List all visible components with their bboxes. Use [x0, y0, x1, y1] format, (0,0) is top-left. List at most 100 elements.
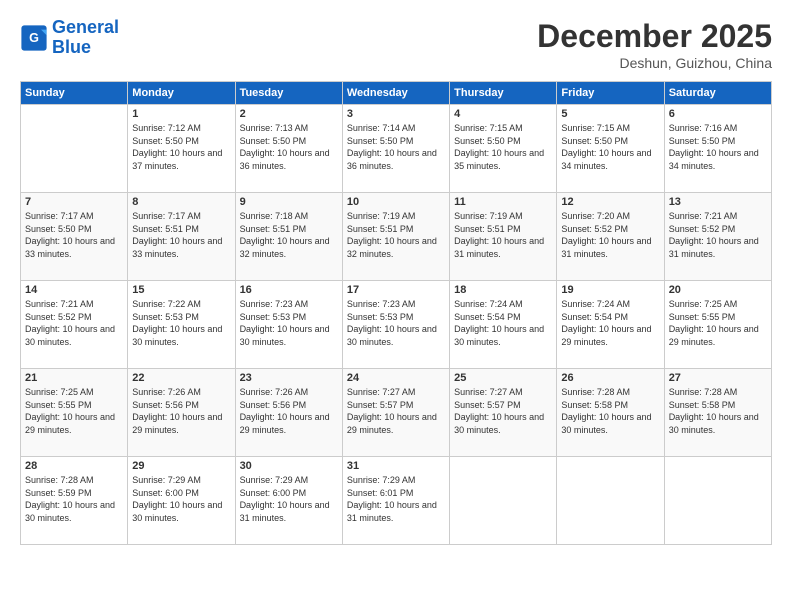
day-number: 19	[561, 284, 659, 296]
day-number: 25	[454, 372, 552, 384]
calendar-cell: 9Sunrise: 7:18 AMSunset: 5:51 PMDaylight…	[235, 193, 342, 281]
day-info: Sunrise: 7:21 AMSunset: 5:52 PMDaylight:…	[25, 298, 123, 348]
day-info: Sunrise: 7:24 AMSunset: 5:54 PMDaylight:…	[454, 298, 552, 348]
calendar-cell: 3 Sunrise: 7:14 AMSunset: 5:50 PMDaylight…	[342, 105, 449, 193]
day-number: 24	[347, 372, 445, 384]
calendar-week-row: 28Sunrise: 7:28 AMSunset: 5:59 PMDayligh…	[21, 457, 772, 545]
day-info: Sunrise: 7:17 AMSunset: 5:50 PMDaylight:…	[25, 210, 123, 260]
calendar-cell: 18 Sunrise: 7:24 AMSunset: 5:54 PMDayligh…	[450, 281, 557, 369]
day-info: Sunrise: 7:14 AMSunset: 5:50 PMDaylight:…	[347, 122, 445, 172]
day-of-week-header: Friday	[557, 82, 664, 105]
day-info: Sunrise: 7:23 AMSunset: 5:53 PMDaylight:…	[347, 298, 445, 348]
day-number: 2	[240, 108, 338, 120]
day-info: Sunrise: 7:25 AMSunset: 5:55 PMDaylight:…	[669, 298, 767, 348]
day-number: 14	[25, 284, 123, 296]
day-of-week-header: Saturday	[664, 82, 771, 105]
header: G General Blue December 2025 Deshun, Gui…	[20, 18, 772, 71]
day-number: 26	[561, 372, 659, 384]
title-block: December 2025 Deshun, Guizhou, China	[537, 18, 772, 71]
calendar-table: SundayMondayTuesdayWednesdayThursdayFrid…	[20, 81, 772, 545]
day-info: Sunrise: 7:25 AMSunset: 5:55 PMDaylight:…	[25, 386, 123, 436]
day-number: 11	[454, 196, 552, 208]
day-number: 30	[240, 460, 338, 472]
day-info: Sunrise: 7:27 AMSunset: 5:57 PMDaylight:…	[347, 386, 445, 436]
calendar-cell: 11 Sunrise: 7:19 AMSunset: 5:51 PMDayligh…	[450, 193, 557, 281]
calendar-cell: 30 Sunrise: 7:29 AMSunset: 6:00 PMDayligh…	[235, 457, 342, 545]
calendar-cell: 13 Sunrise: 7:21 AMSunset: 5:52 PMDayligh…	[664, 193, 771, 281]
day-number: 4	[454, 108, 552, 120]
calendar-cell: 21 Sunrise: 7:25 AMSunset: 5:55 PMDayligh…	[21, 369, 128, 457]
day-of-week-header: Thursday	[450, 82, 557, 105]
calendar-week-row: 14 Sunrise: 7:21 AMSunset: 5:52 PMDayligh…	[21, 281, 772, 369]
day-info: Sunrise: 7:28 AMSunset: 5:59 PMDaylight:…	[25, 474, 123, 524]
day-number: 7	[25, 196, 123, 208]
calendar-cell: 16 Sunrise: 7:23 AMSunset: 5:53 PMDayligh…	[235, 281, 342, 369]
day-number: 31	[347, 460, 445, 472]
day-info: Sunrise: 7:12 AMSunset: 5:50 PMDaylight:…	[132, 122, 230, 172]
day-info: Sunrise: 7:29 AMSunset: 6:01 PMDaylight:…	[347, 474, 445, 524]
day-info: Sunrise: 7:19 AMSunset: 5:51 PMDaylight:…	[454, 210, 552, 260]
day-info: Sunrise: 7:13 AMSunset: 5:50 PMDaylight:…	[240, 122, 338, 172]
calendar-cell	[664, 457, 771, 545]
calendar-cell: 5 Sunrise: 7:15 AMSunset: 5:50 PMDaylight…	[557, 105, 664, 193]
day-info: Sunrise: 7:22 AMSunset: 5:53 PMDaylight:…	[132, 298, 230, 348]
day-number: 15	[132, 284, 230, 296]
day-info: Sunrise: 7:23 AMSunset: 5:53 PMDaylight:…	[240, 298, 338, 348]
day-of-week-header: Wednesday	[342, 82, 449, 105]
day-info: Sunrise: 7:19 AMSunset: 5:51 PMDaylight:…	[347, 210, 445, 260]
page: G General Blue December 2025 Deshun, Gui…	[0, 0, 792, 612]
calendar-cell: 1Sunrise: 7:12 AMSunset: 5:50 PMDaylight…	[128, 105, 235, 193]
svg-text:G: G	[29, 31, 39, 45]
day-number: 29	[132, 460, 230, 472]
calendar-cell	[557, 457, 664, 545]
calendar-cell: 27 Sunrise: 7:28 AMSunset: 5:58 PMDayligh…	[664, 369, 771, 457]
day-number: 16	[240, 284, 338, 296]
day-of-week-header: Tuesday	[235, 82, 342, 105]
calendar-cell: 4 Sunrise: 7:15 AMSunset: 5:50 PMDaylight…	[450, 105, 557, 193]
calendar-cell: 8 Sunrise: 7:17 AMSunset: 5:51 PMDaylight…	[128, 193, 235, 281]
calendar-week-row: 1Sunrise: 7:12 AMSunset: 5:50 PMDaylight…	[21, 105, 772, 193]
calendar-cell	[21, 105, 128, 193]
calendar-cell: 10Sunrise: 7:19 AMSunset: 5:51 PMDayligh…	[342, 193, 449, 281]
day-info: Sunrise: 7:28 AMSunset: 5:58 PMDaylight:…	[669, 386, 767, 436]
day-info: Sunrise: 7:15 AMSunset: 5:50 PMDaylight:…	[454, 122, 552, 172]
month-title: December 2025	[537, 18, 772, 55]
calendar-cell: 12Sunrise: 7:20 AMSunset: 5:52 PMDayligh…	[557, 193, 664, 281]
day-info: Sunrise: 7:26 AMSunset: 5:56 PMDaylight:…	[240, 386, 338, 436]
day-of-week-header: Sunday	[21, 82, 128, 105]
day-info: Sunrise: 7:21 AMSunset: 5:52 PMDaylight:…	[669, 210, 767, 260]
calendar-cell: 24 Sunrise: 7:27 AMSunset: 5:57 PMDayligh…	[342, 369, 449, 457]
calendar-cell: 2 Sunrise: 7:13 AMSunset: 5:50 PMDaylight…	[235, 105, 342, 193]
day-number: 18	[454, 284, 552, 296]
day-number: 3	[347, 108, 445, 120]
day-info: Sunrise: 7:29 AMSunset: 6:00 PMDaylight:…	[132, 474, 230, 524]
location: Deshun, Guizhou, China	[537, 55, 772, 71]
day-info: Sunrise: 7:29 AMSunset: 6:00 PMDaylight:…	[240, 474, 338, 524]
calendar-cell: 29 Sunrise: 7:29 AMSunset: 6:00 PMDayligh…	[128, 457, 235, 545]
day-number: 22	[132, 372, 230, 384]
logo-icon: G	[20, 24, 48, 52]
calendar-cell: 20 Sunrise: 7:25 AMSunset: 5:55 PMDayligh…	[664, 281, 771, 369]
calendar-cell: 28Sunrise: 7:28 AMSunset: 5:59 PMDayligh…	[21, 457, 128, 545]
calendar-cell: 6Sunrise: 7:16 AMSunset: 5:50 PMDaylight…	[664, 105, 771, 193]
day-number: 5	[561, 108, 659, 120]
day-info: Sunrise: 7:17 AMSunset: 5:51 PMDaylight:…	[132, 210, 230, 260]
day-number: 21	[25, 372, 123, 384]
day-number: 6	[669, 108, 767, 120]
day-info: Sunrise: 7:15 AMSunset: 5:50 PMDaylight:…	[561, 122, 659, 172]
calendar-cell: 26Sunrise: 7:28 AMSunset: 5:58 PMDayligh…	[557, 369, 664, 457]
calendar-cell: 14 Sunrise: 7:21 AMSunset: 5:52 PMDayligh…	[21, 281, 128, 369]
calendar-cell: 17Sunrise: 7:23 AMSunset: 5:53 PMDayligh…	[342, 281, 449, 369]
day-number: 8	[132, 196, 230, 208]
calendar-cell: 7 Sunrise: 7:17 AMSunset: 5:50 PMDaylight…	[21, 193, 128, 281]
day-number: 23	[240, 372, 338, 384]
day-info: Sunrise: 7:26 AMSunset: 5:56 PMDaylight:…	[132, 386, 230, 436]
day-number: 13	[669, 196, 767, 208]
day-number: 27	[669, 372, 767, 384]
day-number: 12	[561, 196, 659, 208]
day-number: 20	[669, 284, 767, 296]
day-of-week-header: Monday	[128, 82, 235, 105]
calendar-week-row: 7 Sunrise: 7:17 AMSunset: 5:50 PMDaylight…	[21, 193, 772, 281]
calendar-cell: 19Sunrise: 7:24 AMSunset: 5:54 PMDayligh…	[557, 281, 664, 369]
calendar-week-row: 21 Sunrise: 7:25 AMSunset: 5:55 PMDayligh…	[21, 369, 772, 457]
